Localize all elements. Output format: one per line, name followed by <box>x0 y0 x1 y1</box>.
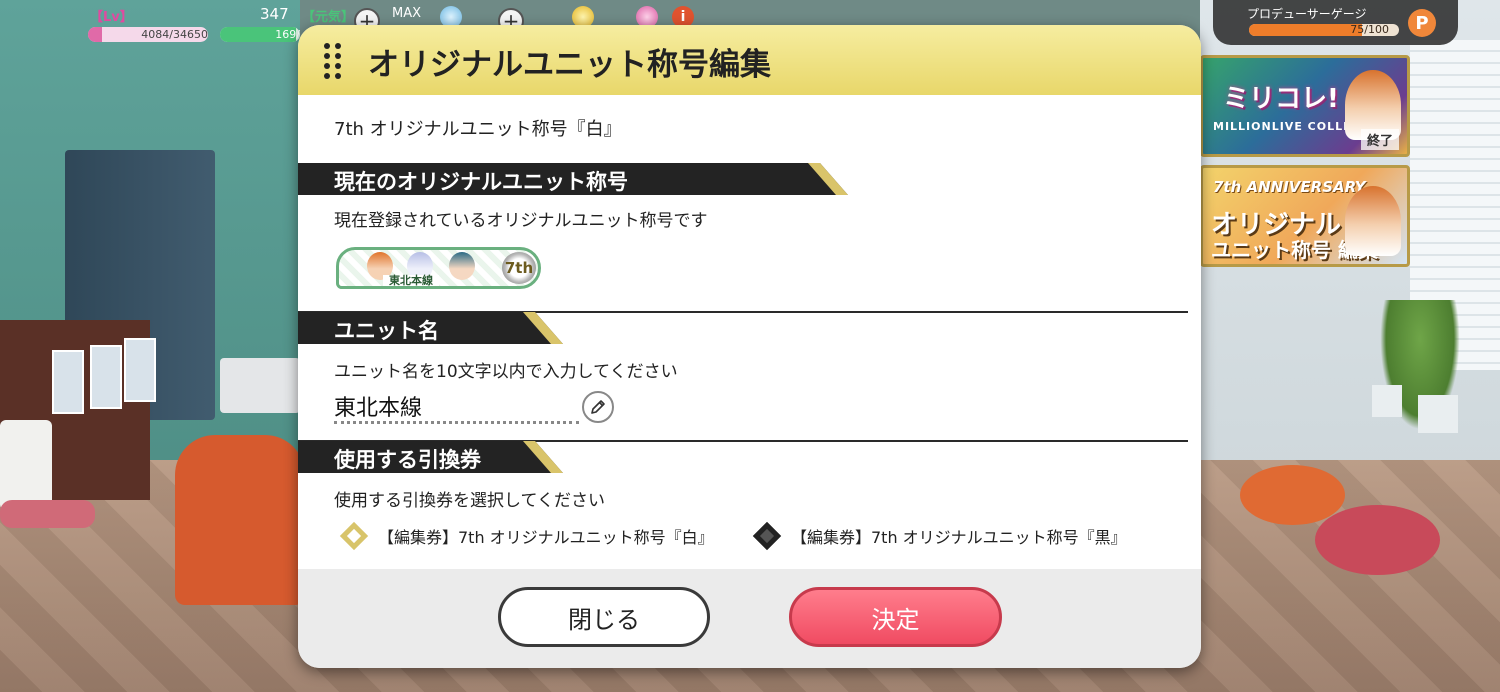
unit-name-value: 東北本線 <box>334 396 423 421</box>
xp-text: 4084/34650 <box>141 28 208 41</box>
drag-handle-icon <box>324 43 341 79</box>
field-underline <box>334 421 579 424</box>
section-description: 現在登録されているオリジナルユニット称号です <box>334 211 708 231</box>
gauge-label: プロデューサーゲージ <box>1247 7 1367 21</box>
section-heading: 現在のオリジナルユニット称号 <box>334 170 628 194</box>
emblem-text: 7th <box>504 259 534 277</box>
level-label: 【Lv】 <box>90 10 133 25</box>
pink-stool <box>1315 505 1440 575</box>
plant-pot <box>1372 385 1402 417</box>
unit-title-plate: 東北本線 7th <box>336 247 541 289</box>
ticket-option-white[interactable]: 【編集券】7th オリジナルユニット称号『白』 <box>338 521 714 551</box>
unit-name-field[interactable]: 東北本線 <box>334 390 579 424</box>
radio-diamond-icon <box>339 521 369 551</box>
banner-title: ミリコレ! <box>1223 84 1339 114</box>
ticket-option-black[interactable]: 【編集券】7th オリジナルユニット称号『黒』 <box>751 521 1127 551</box>
shelf-book <box>52 350 84 414</box>
edit-name-button[interactable] <box>582 391 614 423</box>
stamina-text: 169/ <box>275 28 300 41</box>
event-banner-unit-title[interactable]: 7th ANNIVERSARY オリジナル ユニット称号 編集 <box>1200 165 1410 267</box>
section-description: ユニット名を10文字以内で入力してください <box>334 362 678 382</box>
shelf-book <box>124 338 156 402</box>
confirm-button[interactable]: 決定 <box>789 587 1002 647</box>
close-button[interactable]: 閉じる <box>498 587 710 647</box>
stamina-label: 【元気】 <box>302 10 355 25</box>
bag <box>0 420 52 510</box>
section-description: 使用する引換券を選択してください <box>334 491 605 511</box>
plant-pot <box>1418 395 1458 433</box>
max-label: MAX <box>392 6 422 21</box>
section-heading: 使用する引換券 <box>334 448 481 472</box>
radio-diamond-icon <box>752 521 782 551</box>
ticket-label: 【編集券】7th オリジナルユニット称号『黒』 <box>791 528 1127 547</box>
orange-stool <box>1240 465 1345 525</box>
level-value: 347 <box>260 5 289 23</box>
producer-gauge[interactable]: プロデューサーゲージ 75/100 P <box>1213 0 1458 45</box>
section-header-ticket: 使用する引換券 <box>298 441 563 473</box>
unit-title-edit-dialog: オリジナルユニット称号編集 7th オリジナルユニット称号『白』 現在のオリジナ… <box>298 25 1201 668</box>
laptop <box>220 358 300 413</box>
dialog-footer: 閉じる 決定 <box>298 569 1201 668</box>
section-header-current-title: 現在のオリジナルユニット称号 <box>298 163 848 195</box>
event-banner-milicolle[interactable]: ミリコレ! MILLIONLIVE COLLECTION 終了 <box>1200 55 1410 157</box>
pink-chair <box>0 500 95 528</box>
shelf-book <box>90 345 122 409</box>
pencil-icon <box>591 400 605 414</box>
gauge-value: 75/100 <box>1350 23 1389 36</box>
section-header-unit-name: ユニット名 <box>298 312 563 344</box>
dialog-header: オリジナルユニット称号編集 <box>298 25 1201 95</box>
orange-chair <box>175 435 305 605</box>
idol-face-icon <box>449 252 475 280</box>
7th-emblem-icon: 7th <box>502 252 536 284</box>
p-letter: P <box>1415 12 1429 34</box>
section-heading: ユニット名 <box>334 319 439 343</box>
plate-unit-name: 東北本線 <box>383 275 439 286</box>
idol-portrait <box>1345 186 1401 256</box>
producer-p-icon: P <box>1408 9 1436 37</box>
banner-status: 終了 <box>1360 129 1399 150</box>
dialog-title: オリジナルユニット称号編集 <box>368 47 771 83</box>
dialog-subtitle: 7th オリジナルユニット称号『白』 <box>334 119 622 140</box>
ticket-label: 【編集券】7th オリジナルユニット称号『白』 <box>378 528 714 547</box>
banner-anniversary: 7th ANNIVERSARY <box>1213 178 1366 196</box>
info-icon-glyph: i <box>680 9 686 25</box>
